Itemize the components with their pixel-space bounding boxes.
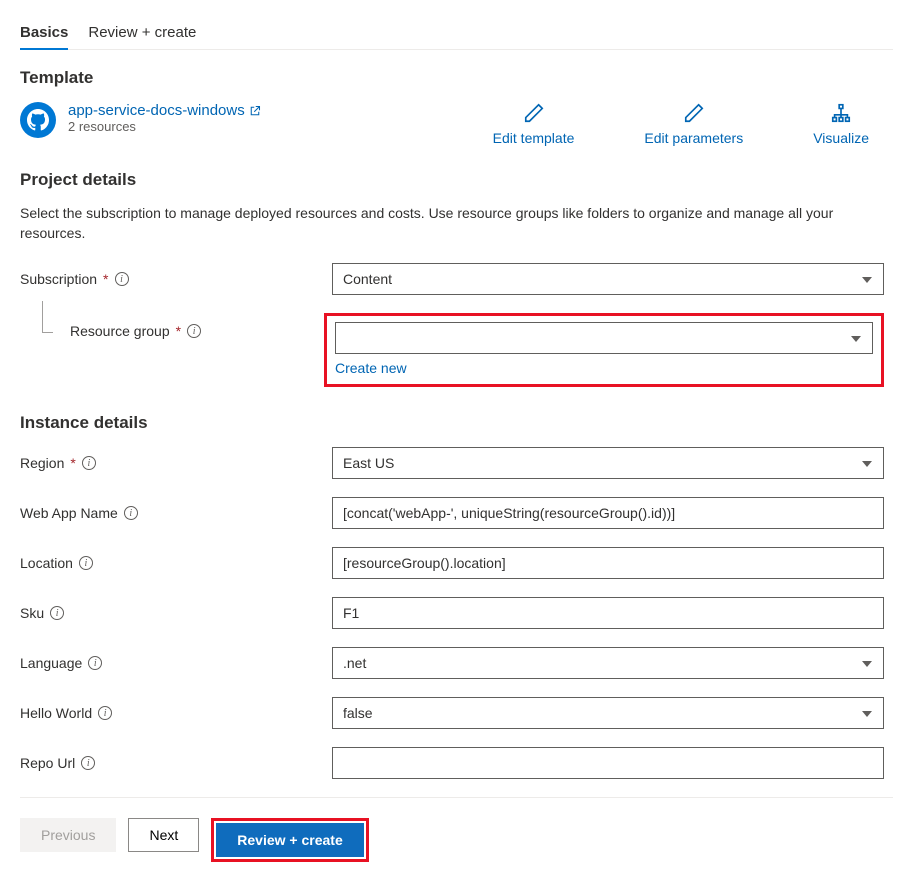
location-label: Location: [20, 555, 73, 571]
edit-parameters-label: Edit parameters: [644, 130, 743, 146]
tabs: Basics Review + create: [20, 0, 893, 50]
footer: Previous Next Review + create: [20, 797, 893, 882]
region-select[interactable]: [332, 447, 884, 479]
subscription-select[interactable]: [332, 263, 884, 295]
repo-input[interactable]: [332, 747, 884, 779]
info-icon[interactable]: i: [82, 456, 96, 470]
instance-details-heading: Instance details: [20, 413, 893, 433]
info-icon[interactable]: i: [79, 556, 93, 570]
webapp-label: Web App Name: [20, 505, 118, 521]
project-details-heading: Project details: [20, 170, 893, 190]
resource-group-row: Resource group * i Create new: [20, 313, 893, 387]
edit-parameters-button[interactable]: Edit parameters: [644, 102, 743, 146]
info-icon[interactable]: i: [81, 756, 95, 770]
info-icon[interactable]: i: [98, 706, 112, 720]
info-icon[interactable]: i: [50, 606, 64, 620]
tab-review[interactable]: Review + create: [88, 16, 196, 49]
region-label: Region: [20, 455, 64, 471]
edit-template-label: Edit template: [493, 130, 575, 146]
pencil-icon: [523, 102, 545, 124]
resource-group-select[interactable]: [335, 322, 873, 354]
tab-basics[interactable]: Basics: [20, 16, 68, 49]
language-row: Language i: [20, 647, 893, 679]
hierarchy-icon: [830, 102, 852, 124]
previous-button: Previous: [20, 818, 116, 852]
location-row: Location i: [20, 547, 893, 579]
language-label: Language: [20, 655, 82, 671]
external-link-icon: [249, 105, 261, 117]
next-button[interactable]: Next: [128, 818, 199, 852]
hello-select[interactable]: [332, 697, 884, 729]
sku-label: Sku: [20, 605, 44, 621]
project-details-description: Select the subscription to manage deploy…: [20, 204, 850, 243]
sku-input[interactable]: [332, 597, 884, 629]
template-resources: 2 resources: [68, 119, 261, 134]
review-highlight: Review + create: [211, 818, 368, 862]
pencil-icon: [683, 102, 705, 124]
info-icon[interactable]: i: [124, 506, 138, 520]
review-create-button[interactable]: Review + create: [216, 823, 363, 857]
resource-group-label: Resource group: [70, 323, 170, 339]
repo-label: Repo Url: [20, 755, 75, 771]
github-icon: [20, 102, 56, 138]
visualize-label: Visualize: [813, 130, 869, 146]
subscription-label: Subscription: [20, 271, 97, 287]
template-heading: Template: [20, 68, 893, 88]
repo-row: Repo Url i: [20, 747, 893, 779]
info-icon[interactable]: i: [88, 656, 102, 670]
template-link-block: app-service-docs-windows 2 resources: [20, 102, 443, 138]
hello-label: Hello World: [20, 705, 92, 721]
resource-group-highlight: Create new: [324, 313, 884, 387]
create-new-link[interactable]: Create new: [335, 360, 407, 376]
edit-template-button[interactable]: Edit template: [493, 102, 575, 146]
required-marker: *: [103, 271, 108, 287]
region-row: Region * i: [20, 447, 893, 479]
info-icon[interactable]: i: [115, 272, 129, 286]
template-actions: Edit template Edit parameters Visualize: [493, 102, 869, 146]
webapp-input[interactable]: [332, 497, 884, 529]
location-input[interactable]: [332, 547, 884, 579]
subscription-row: Subscription * i: [20, 263, 893, 295]
visualize-button[interactable]: Visualize: [813, 102, 869, 146]
required-marker: *: [70, 455, 75, 471]
hello-row: Hello World i: [20, 697, 893, 729]
template-row: app-service-docs-windows 2 resources Edi…: [20, 102, 893, 146]
language-select[interactable]: [332, 647, 884, 679]
webapp-row: Web App Name i: [20, 497, 893, 529]
required-marker: *: [176, 323, 181, 339]
info-icon[interactable]: i: [187, 324, 201, 338]
sku-row: Sku i: [20, 597, 893, 629]
template-link-text: app-service-docs-windows: [68, 102, 245, 119]
template-link[interactable]: app-service-docs-windows: [68, 102, 261, 119]
